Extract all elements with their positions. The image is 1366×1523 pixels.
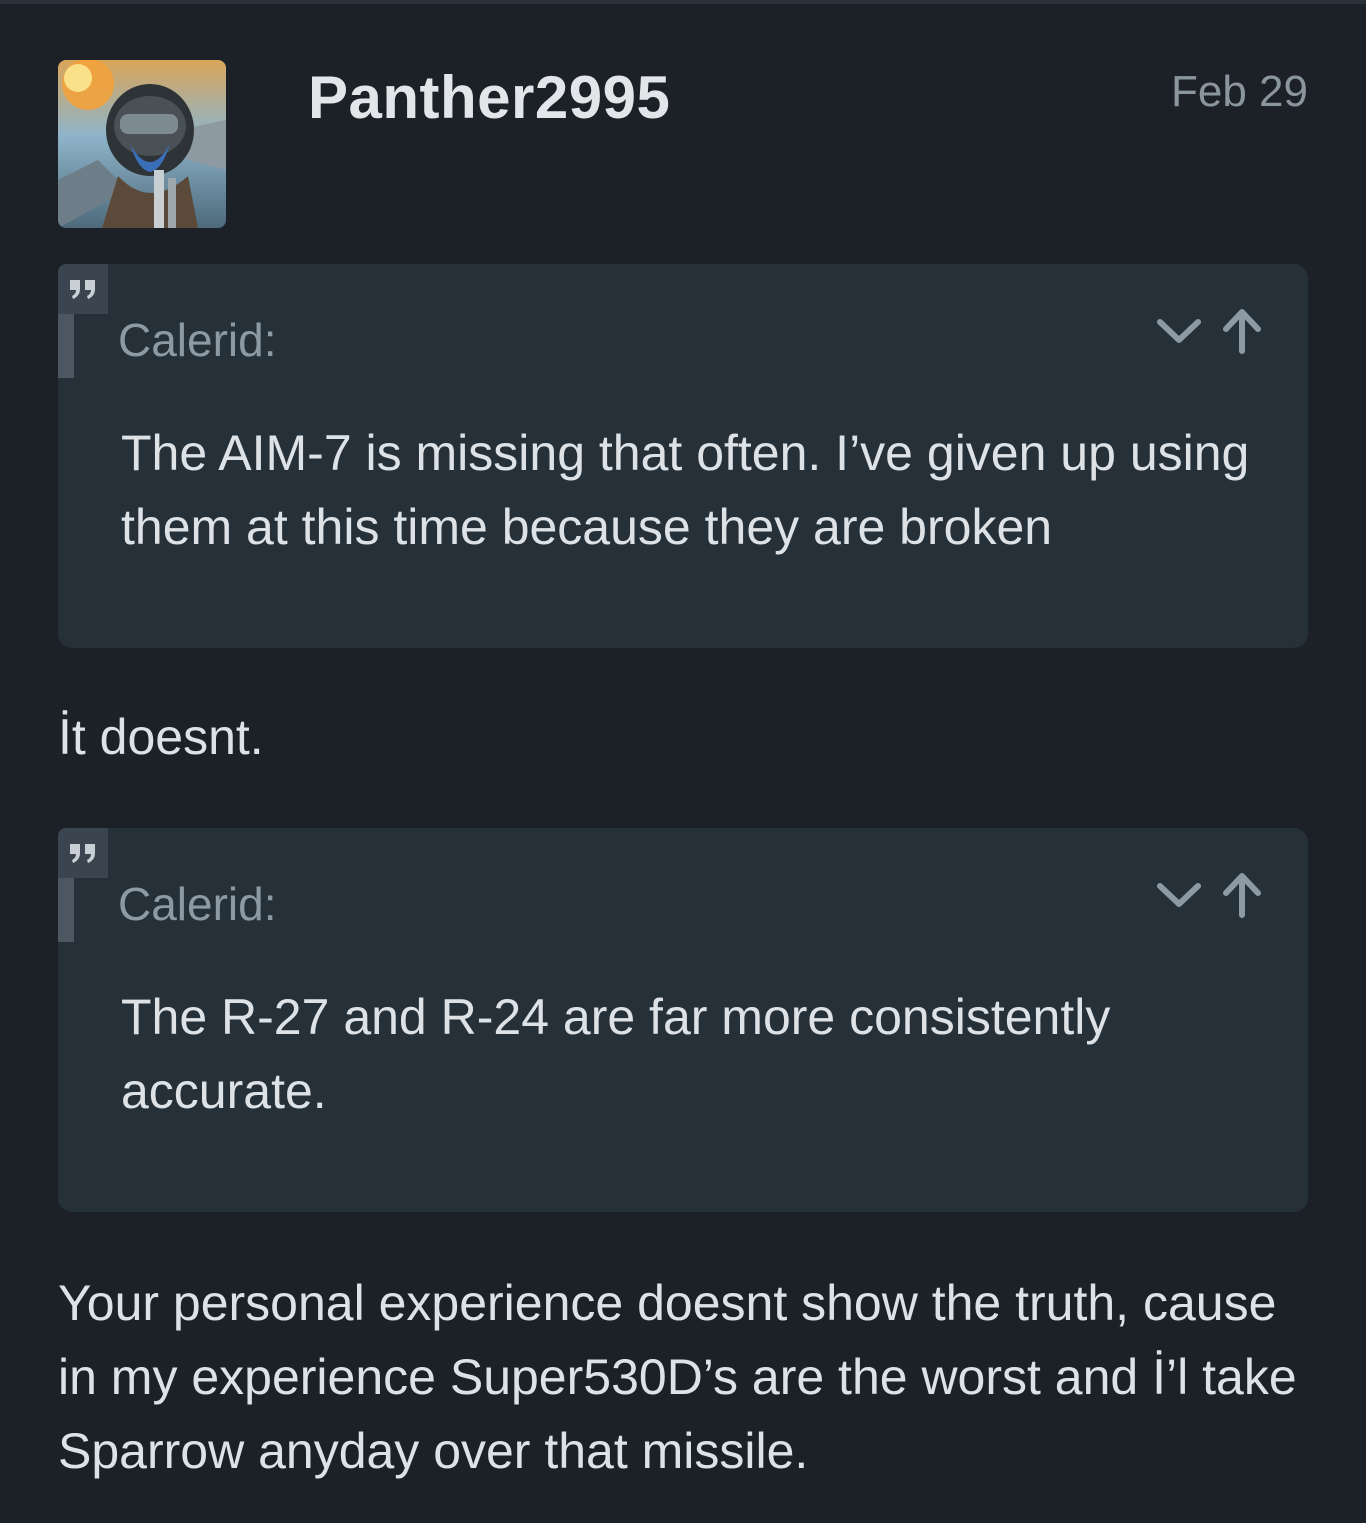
pilot-avatar-icon	[58, 60, 226, 228]
quote-controls	[1156, 872, 1264, 922]
quote-text: The R-27 and R-24 are far more consisten…	[121, 989, 1111, 1119]
quote-author[interactable]: Calerid:	[118, 874, 277, 934]
username[interactable]: Panther2995	[308, 62, 670, 134]
quote-controls	[1156, 308, 1264, 358]
chevron-down-icon[interactable]	[1156, 880, 1202, 915]
user-avatar[interactable]	[58, 60, 226, 228]
quote-text: The AIM-7 is missing that often. I’ve gi…	[121, 425, 1250, 555]
post-date[interactable]: Feb 29	[1171, 64, 1308, 120]
quote-block: Calerid: The R-27 and R-24 are far more …	[58, 828, 1308, 1212]
quote-icon	[58, 264, 108, 314]
quote-block: Calerid: The AIM-7 is missing that often…	[58, 264, 1308, 648]
quote-author[interactable]: Calerid:	[118, 310, 277, 370]
arrow-up-icon[interactable]	[1220, 871, 1264, 924]
reply-text: İt doesnt.	[58, 709, 264, 765]
arrow-up-icon[interactable]	[1220, 307, 1264, 360]
quote-accent-bar	[58, 314, 74, 378]
chevron-down-icon[interactable]	[1156, 316, 1202, 351]
quote-accent-bar	[58, 878, 74, 942]
reply-text: Your personal experience doesnt show the…	[58, 1275, 1297, 1479]
quote-icon	[58, 828, 108, 878]
top-border	[0, 0, 1366, 4]
